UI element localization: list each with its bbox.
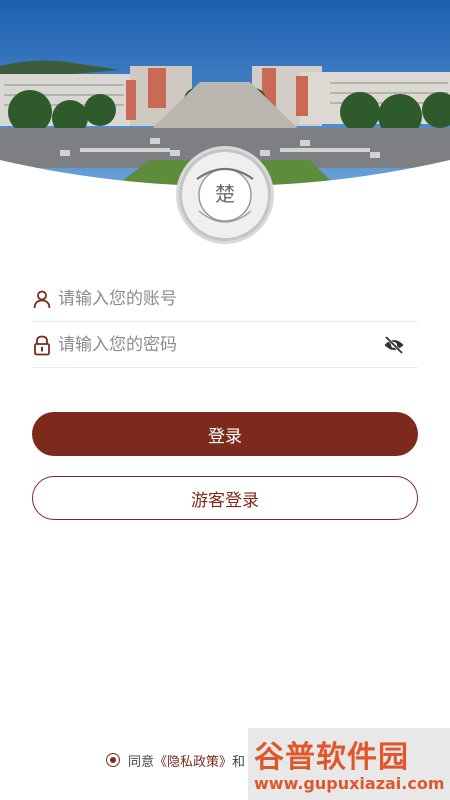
privacy-policy-link[interactable]: 《隐私政策》	[154, 751, 232, 770]
agreement-prefix: 同意	[128, 754, 155, 770]
lock-icon	[32, 334, 52, 356]
user-icon	[32, 288, 52, 310]
school-seal-logo: 楚	[176, 146, 274, 244]
agreement-row: 同意 《隐私政策》 和	[106, 750, 245, 770]
password-input[interactable]	[58, 334, 382, 355]
guest-login-button[interactable]: 游客登录	[32, 476, 418, 520]
password-field	[32, 322, 418, 368]
account-input[interactable]	[58, 288, 418, 309]
agreement-suffix: 和	[232, 754, 246, 770]
eye-off-icon[interactable]	[382, 333, 406, 357]
agreement-radio[interactable]	[106, 753, 120, 767]
watermark-logo: 谷普软件园 www.gupuxiazai.com	[248, 728, 450, 800]
account-field	[32, 276, 418, 322]
watermark-url: www.gupuxiazai.com	[254, 774, 445, 793]
svg-text:楚: 楚	[215, 182, 235, 206]
login-button[interactable]: 登录	[32, 412, 418, 456]
watermark-title: 谷普软件园	[254, 740, 409, 775]
